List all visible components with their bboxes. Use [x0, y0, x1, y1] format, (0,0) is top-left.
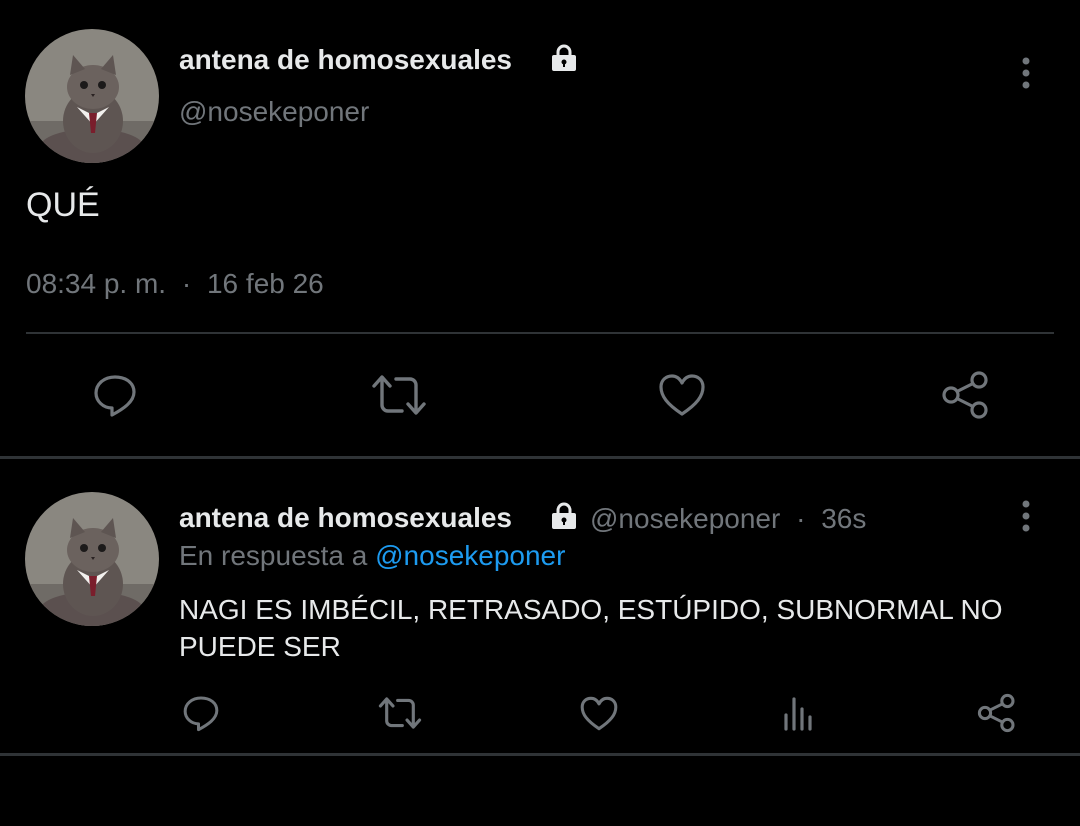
tweet-text: QUÉ: [26, 186, 100, 224]
tweet-timestamp[interactable]: 08:34 p. m. · 16 feb 26: [26, 268, 324, 300]
share-button[interactable]: [976, 692, 1018, 734]
heart-icon: [659, 374, 705, 416]
tweet-date: 16 feb 26: [206, 268, 324, 299]
avatar[interactable]: [25, 492, 159, 626]
share-button[interactable]: [940, 368, 992, 422]
more-vertical-icon[interactable]: [1020, 56, 1032, 92]
lock-icon: [552, 44, 576, 71]
divider: [26, 332, 1054, 334]
section-divider: [0, 753, 1080, 756]
handle[interactable]: @nosekeponer: [179, 96, 369, 128]
like-button[interactable]: [578, 692, 620, 734]
tweet-time: 08:34 p. m.: [26, 268, 167, 299]
heart-icon: [580, 696, 618, 730]
tweet-text: NAGI ES IMBÉCIL, RETRASADO, ESTÚPIDO, SU…: [179, 594, 1003, 662]
retweet-button[interactable]: [370, 368, 428, 422]
separator-dot: ·: [181, 268, 192, 299]
in-reply-to: En respuesta a @nosekeponer: [179, 540, 565, 572]
lock-icon: [552, 502, 576, 529]
comment-icon: [183, 696, 219, 732]
mention-link[interactable]: @nosekeponer: [375, 540, 565, 571]
handle-meta[interactable]: @nosekeponer · 36s: [590, 503, 866, 535]
like-button[interactable]: [654, 368, 710, 422]
avatar[interactable]: [25, 29, 159, 163]
separator-dot: ·: [796, 503, 806, 534]
retweet-button[interactable]: [377, 692, 423, 734]
section-divider: [0, 456, 1080, 459]
more-vertical-icon[interactable]: [1020, 499, 1032, 535]
retweet-icon: [372, 375, 426, 415]
cat-avatar: [25, 492, 159, 626]
share-icon: [977, 693, 1015, 733]
tweet-age: 36s: [821, 503, 867, 534]
cat-avatar: [25, 29, 159, 163]
comment-icon: [94, 375, 136, 417]
display-name[interactable]: antena de homosexuales: [179, 44, 512, 76]
bar-chart-icon: [784, 697, 812, 731]
in-reply-prefix: En respuesta a: [179, 540, 368, 571]
retweet-icon: [378, 697, 422, 729]
handle: @nosekeponer: [590, 503, 781, 534]
display-name[interactable]: antena de homosexuales: [179, 502, 512, 534]
reply-button[interactable]: [88, 368, 142, 422]
views-button[interactable]: [778, 692, 818, 734]
share-icon: [942, 371, 988, 419]
reply-button[interactable]: [180, 692, 222, 734]
